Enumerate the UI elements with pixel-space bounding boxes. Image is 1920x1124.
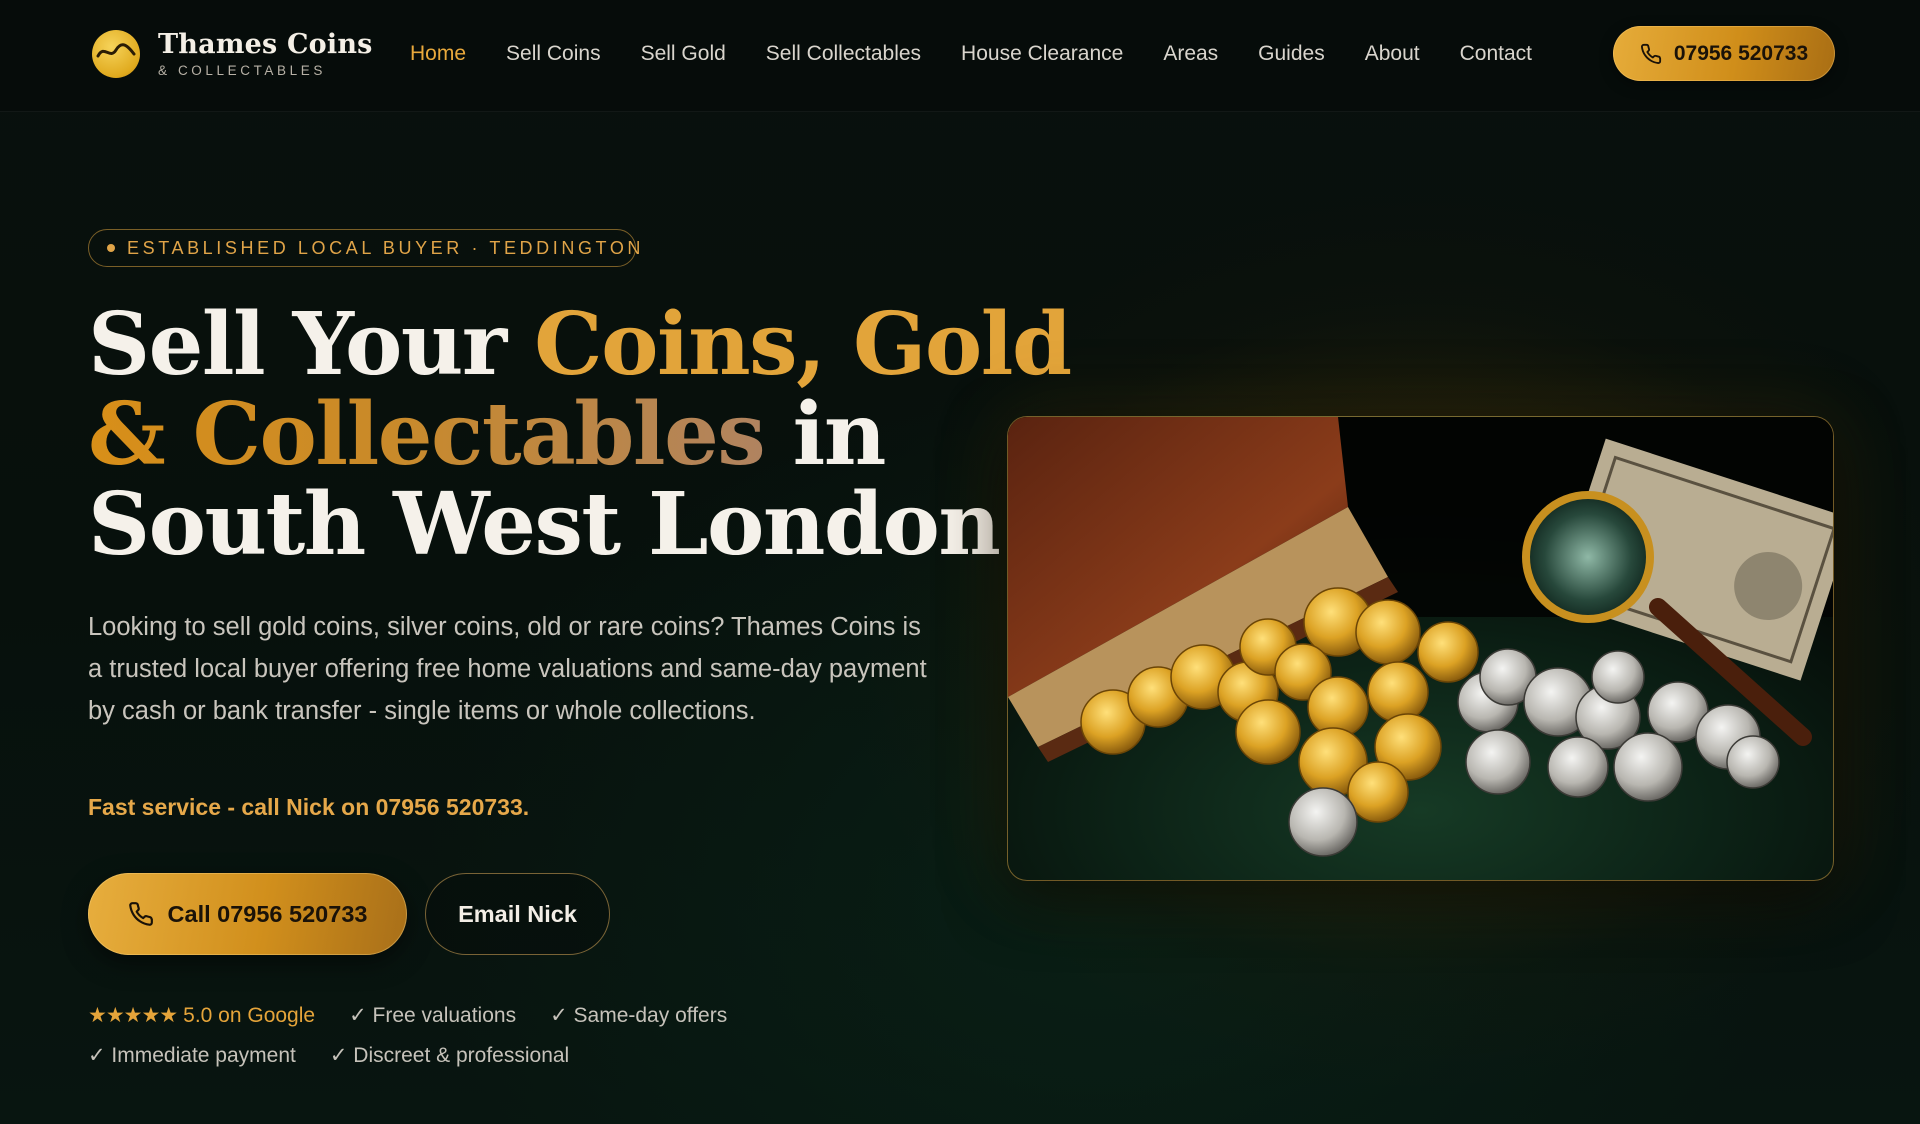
nav-item-areas[interactable]: Areas bbox=[1163, 40, 1218, 68]
email-button[interactable]: Email Nick bbox=[425, 873, 610, 955]
headline-highlight-1: Coins, Gold bbox=[534, 294, 1072, 395]
top-navigation: Thames Coins & COLLECTABLES Home Sell Co… bbox=[0, 0, 1920, 112]
phone-icon bbox=[128, 901, 154, 927]
badge-dot-icon bbox=[107, 244, 115, 252]
fast-service-note: Fast service - call Nick on 07956 520733… bbox=[88, 794, 530, 820]
trust-free-valuations: ✓ Free valuations bbox=[349, 1004, 517, 1027]
trust-row-2: ✓ Immediate payment ✓ Discreet & profess… bbox=[88, 1043, 603, 1068]
phone-icon bbox=[1640, 43, 1662, 65]
headline-part-1: Sell Your bbox=[88, 294, 535, 395]
call-button-label: Call 07956 520733 bbox=[167, 900, 368, 927]
nav-phone-button[interactable]: 07956 520733 bbox=[1613, 26, 1835, 81]
nav-item-house-clearance[interactable]: House Clearance bbox=[961, 40, 1123, 68]
brand-title: Thames Coins bbox=[158, 28, 373, 60]
google-rating: 5.0 on Google bbox=[183, 1003, 316, 1027]
headline-part-4: in bbox=[764, 384, 887, 485]
logo-coin-icon bbox=[92, 30, 140, 78]
nav-item-sell-gold[interactable]: Sell Gold bbox=[641, 40, 726, 68]
hero-intro: Looking to sell gold coins, silver coins… bbox=[88, 613, 927, 725]
trust-row-1: ★★★★★ 5.0 on Google ✓ Free valuations ✓ … bbox=[88, 1003, 761, 1028]
brand-logo[interactable]: Thames Coins & COLLECTABLES bbox=[92, 30, 373, 78]
headline-part-5: South West London bbox=[88, 474, 1001, 575]
trust-discreet: ✓ Discreet & professional bbox=[329, 1044, 570, 1067]
hero-headline: Sell Your Coins, Gold & Collectables in … bbox=[88, 300, 1072, 575]
main-menu: Home Sell Coins Sell Gold Sell Collectab… bbox=[410, 40, 1572, 68]
nav-item-home[interactable]: Home bbox=[410, 40, 466, 68]
nav-item-about[interactable]: About bbox=[1365, 40, 1420, 68]
call-button[interactable]: Call 07956 520733 bbox=[88, 873, 407, 955]
nav-item-sell-collectables[interactable]: Sell Collectables bbox=[766, 40, 921, 68]
nav-item-sell-coins[interactable]: Sell Coins bbox=[506, 40, 601, 68]
location-badge: ESTABLISHED LOCAL BUYER · TEDDINGTON bbox=[88, 229, 640, 267]
trust-immediate-payment: ✓ Immediate payment bbox=[88, 1044, 296, 1067]
star-rating-icon: ★★★★★ bbox=[88, 1004, 178, 1027]
badge-label: ESTABLISHED LOCAL BUYER · TEDDINGTON bbox=[127, 237, 645, 258]
nav-item-contact[interactable]: Contact bbox=[1460, 40, 1532, 68]
nav-phone-label: 07956 520733 bbox=[1673, 41, 1809, 65]
nav-item-guides[interactable]: Guides bbox=[1258, 40, 1325, 68]
brand-subtitle: & COLLECTABLES bbox=[158, 62, 326, 78]
trust-same-day-offers: ✓ Same-day offers bbox=[550, 1004, 728, 1027]
headline-highlight-2: & Collectables bbox=[88, 384, 766, 485]
hero-coins-image bbox=[1007, 416, 1834, 881]
